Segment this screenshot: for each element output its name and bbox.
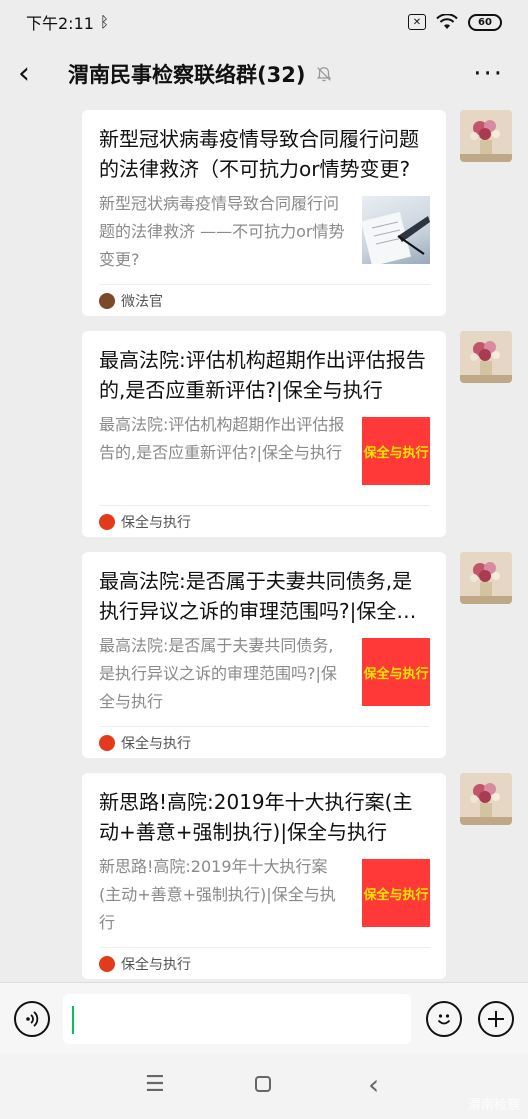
article-source: 保全与执行: [99, 505, 430, 537]
sender-avatar[interactable]: [460, 331, 512, 383]
back-key-icon[interactable]: ‹: [368, 1068, 379, 1101]
sender-avatar[interactable]: [460, 552, 512, 604]
sender-avatar[interactable]: [460, 110, 512, 162]
chat-header: ‹ 渭南民事检察联络群(32) ···: [0, 44, 528, 104]
input-bar: [0, 982, 528, 1054]
voice-input-button[interactable]: [14, 1001, 50, 1037]
home-key-icon[interactable]: [254, 1074, 272, 1099]
status-time: 下午2:11: [26, 14, 94, 33]
article-source: 微法官: [99, 284, 430, 316]
source-name: 保全与执行: [121, 514, 191, 531]
chat-title: 渭南民事检察联络群(32): [68, 63, 306, 87]
more-options-button[interactable]: ···: [473, 61, 504, 87]
back-button[interactable]: ‹: [18, 59, 58, 89]
flower-vase-image: [460, 552, 512, 604]
message-input[interactable]: [63, 994, 411, 1044]
thumbnail-brand-text: 保全与执行: [363, 887, 429, 903]
article-title: 新型冠状病毒疫情导致合同履行问题的法律救济（不可抗力or情势变更?: [99, 127, 419, 181]
flower-vase-image: [460, 110, 512, 162]
article-description: 最高法院:是否属于夫妻共同债务,是执行异议之诉的审理范围吗?|保全与执行: [99, 636, 337, 711]
article-source: 保全与执行: [99, 947, 430, 979]
article-card[interactable]: 新型冠状病毒疫情导致合同履行问题的法律救济（不可抗力or情势变更? 新型冠状病毒…: [82, 110, 446, 316]
article-card[interactable]: 最高法院:评估机构超期作出评估报告的,是否应重新评估?|保全与执行 最高法院:评…: [82, 331, 446, 537]
article-title: 最高法院:评估机构超期作出评估报告的,是否应重新评估?|保全与执行: [99, 348, 426, 402]
message-list[interactable]: 新型冠状病毒疫情导致合同履行问题的法律救济（不可抗力or情势变更? 新型冠状病毒…: [0, 104, 528, 982]
bluetooth-icon: ᛒ: [99, 13, 109, 31]
source-logo-icon: [99, 292, 115, 309]
source-logo-icon: [99, 734, 115, 751]
flower-vase-image: [460, 331, 512, 383]
more-functions-button[interactable]: [478, 1001, 514, 1037]
article-thumbnail: 保全与执行: [362, 638, 430, 706]
wifi-icon: [436, 14, 458, 29]
thumbnail-brand-text: 保全与执行: [363, 666, 429, 682]
article-source: 保全与执行: [99, 726, 430, 758]
voice-icon: [26, 1011, 39, 1027]
emoji-button[interactable]: [426, 1001, 462, 1037]
plus-icon: [488, 1011, 504, 1027]
article-description: 新思路!高院:2019年十大执行案(主动+善意+强制执行)|保全与执行: [99, 857, 336, 932]
article-thumbnail: [362, 196, 430, 264]
source-logo-icon: [99, 955, 115, 972]
flower-vase-image: [460, 773, 512, 825]
article-thumbnail: 保全与执行: [362, 417, 430, 485]
mute-bell-icon: [317, 67, 332, 82]
menu-key-icon[interactable]: ☰: [145, 1072, 165, 1097]
article-description: 最高法院:评估机构超期作出评估报告的,是否应重新评估?|保全与执行: [99, 415, 345, 462]
source-name: 保全与执行: [121, 735, 191, 752]
article-title: 新思路!高院:2019年十大执行案(主动+善意+强制执行)|保全与执行: [99, 790, 413, 844]
signing-document-image: [362, 211, 430, 264]
system-navigation-bar: ☰ ‹ 渭南检察: [0, 1054, 528, 1119]
article-thumbnail: 保全与执行: [362, 859, 430, 927]
battery-icon: 60: [468, 13, 502, 31]
article-description: 新型冠状病毒疫情导致合同履行问题的法律救济 ——不可抗力or情势变更?: [99, 194, 345, 269]
source-name: 保全与执行: [121, 956, 191, 973]
article-card[interactable]: 新思路!高院:2019年十大执行案(主动+善意+强制执行)|保全与执行 新思路!…: [82, 773, 446, 979]
source-logo-icon: [99, 513, 115, 530]
no-sim-icon: ✕: [408, 14, 426, 30]
article-title: 最高法院:是否属于夫妻共同债务,是执行异议之诉的审理范围吗?|保全与执行: [99, 569, 417, 623]
smiley-icon: [437, 1014, 451, 1025]
thumbnail-brand-text: 保全与执行: [363, 445, 429, 461]
article-card[interactable]: 最高法院:是否属于夫妻共同债务,是执行异议之诉的审理范围吗?|保全与执行 最高法…: [82, 552, 446, 758]
text-cursor: [72, 1006, 74, 1034]
status-bar: 下午2:11 ᛒ ✕ 60: [0, 0, 528, 44]
source-name: 微法官: [121, 293, 163, 310]
watermark: 渭南检察: [467, 1098, 520, 1113]
sender-avatar[interactable]: [460, 773, 512, 825]
